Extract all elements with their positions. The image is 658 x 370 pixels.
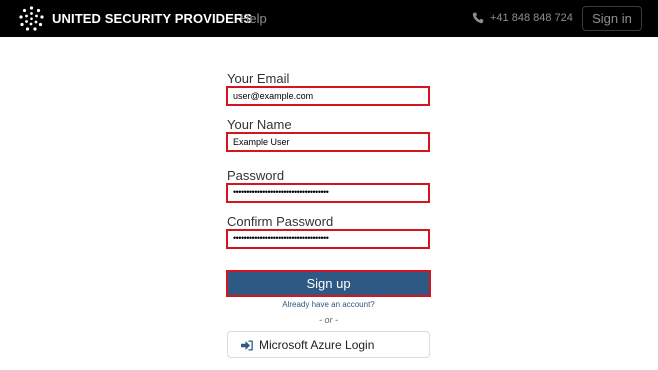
name-label: Your Name: [227, 117, 292, 132]
name-field[interactable]: Example User: [226, 132, 430, 152]
azure-login-button[interactable]: Microsoft Azure Login: [227, 331, 430, 358]
azure-login-label: Microsoft Azure Login: [259, 338, 375, 352]
help-link[interactable]: Help: [240, 11, 267, 26]
email-label: Your Email: [227, 71, 290, 86]
confirm-password-field[interactable]: ••••••••••••••••••••••••••••••••••••: [226, 229, 430, 249]
or-divider: - or -: [319, 315, 338, 325]
dots-logo-icon[interactable]: [18, 5, 45, 32]
already-have-account-link[interactable]: Already have an account?: [226, 300, 431, 309]
signin-button[interactable]: Sign in: [582, 6, 642, 31]
top-navbar: UNITED SECURITY PROVIDERS Help +41 848 8…: [0, 0, 658, 37]
password-field[interactable]: ••••••••••••••••••••••••••••••••••••: [226, 183, 430, 203]
brand-name[interactable]: UNITED SECURITY PROVIDERS: [52, 11, 252, 26]
password-label: Password: [227, 168, 285, 183]
email-field[interactable]: user@example.com: [226, 86, 430, 106]
phone-icon: [472, 12, 484, 24]
phone-number[interactable]: +41 848 848 724: [490, 12, 573, 24]
sign-in-arrow-icon: [241, 340, 253, 351]
confirm-password-label: Confirm Password: [227, 214, 334, 229]
signup-button[interactable]: Sign up: [226, 270, 431, 297]
